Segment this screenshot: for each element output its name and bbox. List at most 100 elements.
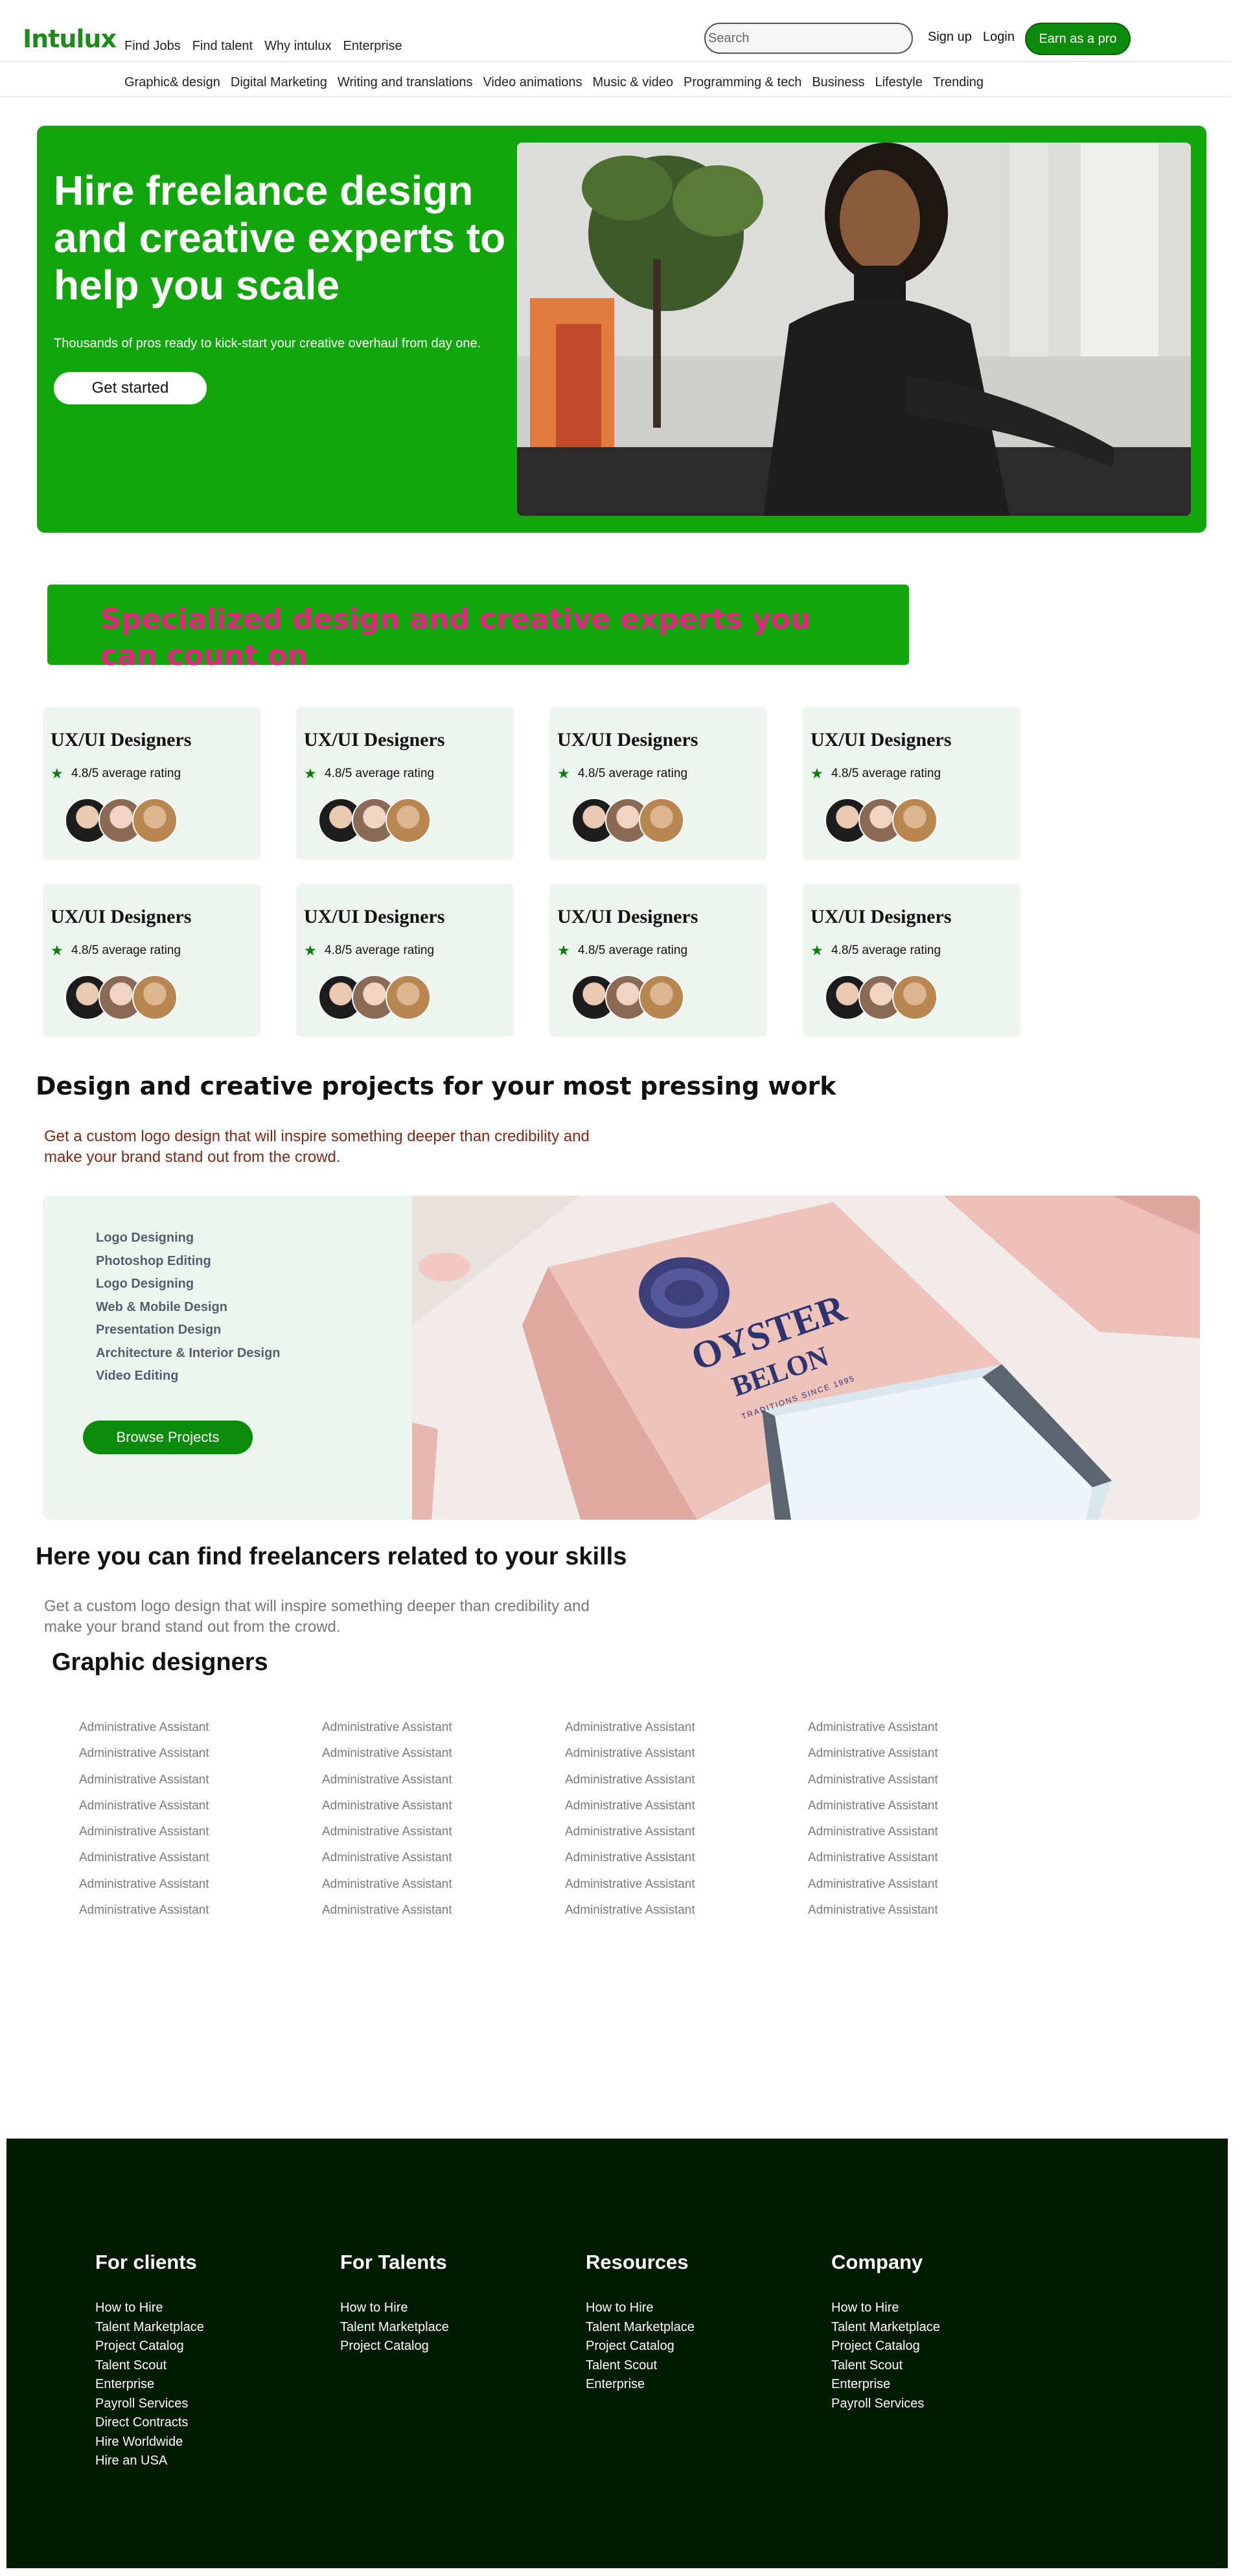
footer-link[interactable]: Talent Marketplace	[340, 2318, 449, 2338]
freelancer-link[interactable]: Administrative Assistant	[565, 1877, 808, 1892]
footer-link[interactable]: How to Hire	[95, 2299, 204, 2318]
footer-link[interactable]: Talent Scout	[586, 2356, 695, 2376]
footer-column: Resources How to Hire Talent Marketplace Pr…	[586, 2251, 695, 2395]
footer-link[interactable]: Project Catalog	[831, 2337, 940, 2356]
project-category-item[interactable]: Logo Designing	[96, 1273, 281, 1296]
freelancer-link[interactable]: Administrative Assistant	[79, 1773, 322, 1787]
project-category-item[interactable]: Photoshop Editing	[96, 1250, 281, 1273]
hero-banner: Hire freelance design and creative exper…	[37, 126, 1206, 533]
get-started-button[interactable]: Get started	[54, 372, 207, 404]
freelancer-link[interactable]: Administrative Assistant	[322, 1721, 565, 1735]
login-link[interactable]: Login	[983, 30, 1015, 45]
freelancer-link[interactable]: Administrative Assistant	[808, 1746, 1051, 1761]
footer-link[interactable]: Payroll Services	[831, 2395, 940, 2414]
avatar	[639, 798, 684, 843]
freelancer-link[interactable]: Administrative Assistant	[565, 1851, 808, 1865]
freelancer-link[interactable]: Administrative Assistant	[565, 1799, 808, 1813]
footer-link[interactable]: Hire an USA	[95, 2452, 204, 2471]
specialist-card[interactable]: UX/UI Designers ★ 4.8/5 average rating	[803, 707, 1020, 860]
category-link[interactable]: Graphic& design	[124, 75, 220, 90]
freelancer-link[interactable]: Administrative Assistant	[808, 1799, 1051, 1813]
freelancer-link[interactable]: Administrative Assistant	[322, 1825, 565, 1839]
freelancer-link[interactable]: Administrative Assistant	[79, 1825, 322, 1839]
category-link[interactable]: Writing and translations	[338, 75, 473, 90]
footer-link[interactable]: Talent Marketplace	[95, 2318, 204, 2338]
oyster-box-illustration: OYSTER BELON TRADITIONS SINCE 1995	[412, 1196, 1200, 1520]
footer-link[interactable]: Talent Marketplace	[586, 2318, 695, 2338]
footer-link[interactable]: How to Hire	[586, 2299, 695, 2318]
freelancer-link[interactable]: Administrative Assistant	[322, 1877, 565, 1892]
freelancer-link[interactable]: Administrative Assistant	[808, 1851, 1051, 1865]
specialist-card[interactable]: UX/UI Designers ★ 4.8/5 average rating	[549, 884, 767, 1037]
rating-text: 4.8/5 average rating	[71, 944, 181, 957]
category-link[interactable]: Music & video	[593, 75, 674, 90]
project-category-item[interactable]: Logo Designing	[96, 1227, 281, 1250]
footer-link[interactable]: Talent Scout	[831, 2356, 940, 2376]
freelancer-link[interactable]: Administrative Assistant	[565, 1746, 808, 1761]
project-category-item[interactable]: Video Editing	[96, 1365, 281, 1388]
footer-link[interactable]: Direct Contracts	[95, 2413, 204, 2433]
freelancer-link[interactable]: Administrative Assistant	[565, 1903, 808, 1918]
footer-link[interactable]: Project Catalog	[340, 2337, 449, 2356]
project-category-item[interactable]: Architecture & Interior Design	[96, 1342, 281, 1365]
footer-link[interactable]: Enterprise	[831, 2375, 940, 2395]
freelancer-link[interactable]: Administrative Assistant	[322, 1746, 565, 1761]
freelancer-link[interactable]: Administrative Assistant	[79, 1851, 322, 1865]
footer-link[interactable]: How to Hire	[831, 2299, 940, 2318]
nav-find-jobs[interactable]: Find Jobs	[124, 39, 181, 54]
freelancer-link[interactable]: Administrative Assistant	[79, 1721, 322, 1735]
freelancer-link[interactable]: Administrative Assistant	[322, 1799, 565, 1813]
freelancer-link[interactable]: Administrative Assistant	[808, 1903, 1051, 1918]
nav-enterprise[interactable]: Enterprise	[343, 39, 402, 54]
freelancer-link[interactable]: Administrative Assistant	[79, 1799, 322, 1813]
footer-link[interactable]: Project Catalog	[586, 2337, 695, 2356]
category-link[interactable]: Programming & tech	[684, 75, 801, 90]
footer-link[interactable]: Enterprise	[95, 2375, 204, 2395]
specialist-card[interactable]: UX/UI Designers ★ 4.8/5 average rating	[296, 884, 514, 1037]
category-link[interactable]: Lifestyle	[875, 75, 922, 90]
projects-title: Design and creative projects for your mo…	[36, 1072, 836, 1100]
footer-link[interactable]: Enterprise	[586, 2375, 695, 2395]
specialist-card[interactable]: UX/UI Designers ★ 4.8/5 average rating	[803, 884, 1020, 1037]
earn-as-pro-button[interactable]: Earn as a pro	[1025, 23, 1131, 55]
freelancer-link[interactable]: Administrative Assistant	[808, 1773, 1051, 1787]
freelancer-link[interactable]: Administrative Assistant	[808, 1825, 1051, 1839]
freelancer-link[interactable]: Administrative Assistant	[808, 1721, 1051, 1735]
freelancer-link[interactable]: Administrative Assistant	[565, 1825, 808, 1839]
footer-link[interactable]: Project Catalog	[95, 2337, 204, 2356]
footer-link[interactable]: How to Hire	[340, 2299, 449, 2318]
browse-projects-button[interactable]: Browse Projects	[83, 1421, 253, 1454]
signup-link[interactable]: Sign up	[928, 30, 972, 45]
freelancer-link[interactable]: Administrative Assistant	[565, 1773, 808, 1787]
footer-link[interactable]: Payroll Services	[95, 2395, 204, 2414]
footer-link[interactable]: Talent Scout	[95, 2356, 204, 2376]
footer-link[interactable]: Hire Worldwide	[95, 2433, 204, 2452]
freelancer-link[interactable]: Administrative Assistant	[565, 1721, 808, 1735]
specialist-card[interactable]: UX/UI Designers ★ 4.8/5 average rating	[43, 884, 260, 1037]
freelancer-link[interactable]: Administrative Assistant	[808, 1877, 1051, 1892]
specialist-card[interactable]: UX/UI Designers ★ 4.8/5 average rating	[549, 707, 767, 860]
specialist-card[interactable]: UX/UI Designers ★ 4.8/5 average rating	[296, 707, 514, 860]
freelancer-link[interactable]: Administrative Assistant	[79, 1877, 322, 1892]
rating-text: 4.8/5 average rating	[578, 767, 688, 780]
avatar	[639, 975, 684, 1020]
nav-find-talent[interactable]: Find talent	[192, 39, 253, 54]
footer-column-title: For clients	[95, 2251, 197, 2273]
category-link[interactable]: Trending	[933, 75, 984, 90]
search-input[interactable]	[704, 23, 913, 54]
freelancer-link[interactable]: Administrative Assistant	[322, 1851, 565, 1865]
category-link[interactable]: Digital Marketing	[231, 75, 327, 90]
freelancer-link[interactable]: Administrative Assistant	[79, 1903, 322, 1918]
freelancers-title: Here you can find freelancers related to…	[36, 1543, 627, 1570]
freelancer-link[interactable]: Administrative Assistant	[322, 1903, 565, 1918]
specialist-card[interactable]: UX/UI Designers ★ 4.8/5 average rating	[43, 707, 260, 860]
category-link[interactable]: Video animations	[483, 75, 582, 90]
footer-link[interactable]: Talent Marketplace	[831, 2318, 940, 2338]
project-category-item[interactable]: Web & Mobile Design	[96, 1296, 281, 1319]
brand-logo[interactable]: Intulux	[23, 25, 117, 53]
nav-why-intulux[interactable]: Why intulux	[264, 39, 331, 54]
freelancer-link[interactable]: Administrative Assistant	[79, 1746, 322, 1761]
freelancer-link[interactable]: Administrative Assistant	[322, 1773, 565, 1787]
category-link[interactable]: Business	[812, 75, 864, 90]
project-category-item[interactable]: Presentation Design	[96, 1319, 281, 1342]
